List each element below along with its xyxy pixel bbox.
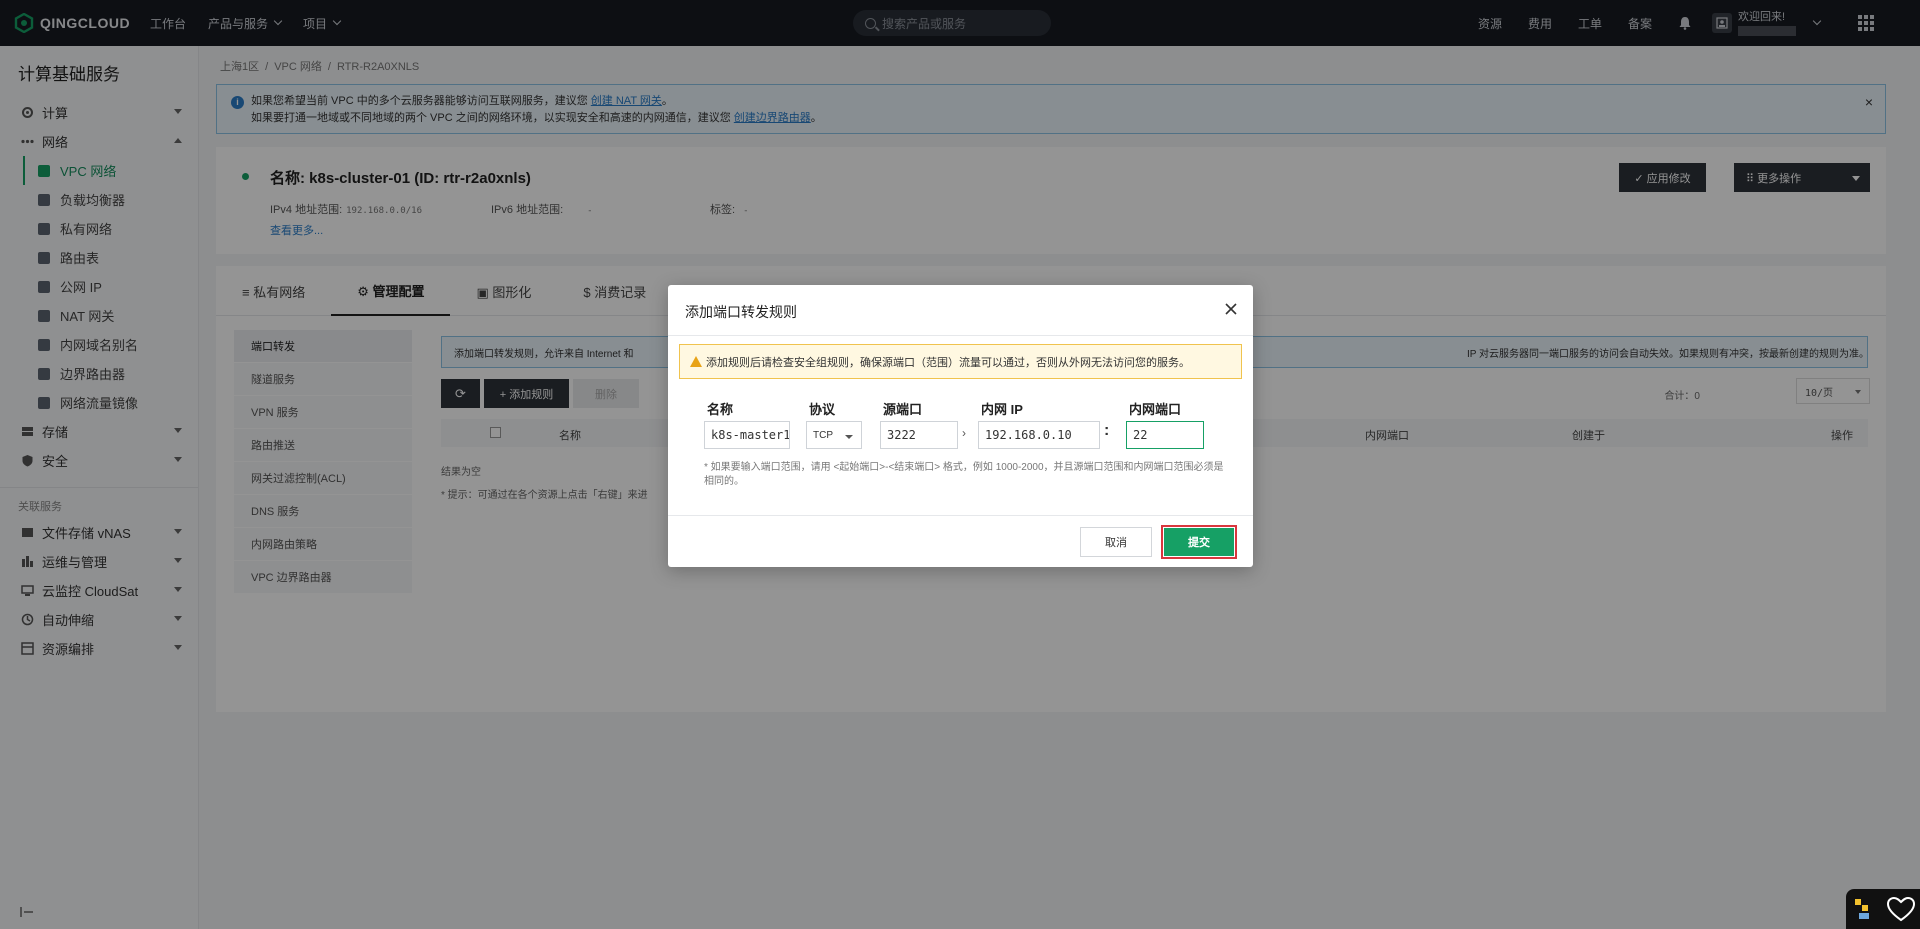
cancel-button[interactable]: 取消 [1080, 527, 1152, 557]
divider [668, 335, 1253, 336]
colon-separator: : [1104, 422, 1110, 439]
divider [668, 515, 1253, 516]
close-icon[interactable] [1223, 301, 1239, 317]
inner-ip-label: 内网 IP [981, 402, 1023, 417]
add-port-forward-dialog: 添加端口转发规则 添加规则后请检查安全组规则，确保源端口（范围）流量可以通过，否… [668, 285, 1253, 567]
submit-button[interactable]: 提交 [1164, 528, 1234, 556]
name-label: 名称 [707, 402, 734, 417]
src-port-input[interactable]: 3222 [880, 421, 958, 449]
protocol-select[interactable]: TCP [806, 421, 862, 449]
arrow-separator-icon: › [962, 426, 966, 440]
floating-widget[interactable] [1846, 889, 1920, 929]
caret-down-icon [845, 435, 853, 439]
protocol-value: TCP [813, 429, 833, 441]
mascot-icon [1854, 899, 1869, 919]
warning-text: 添加规则后请检查安全组规则，确保源端口（范围）流量可以通过，否则从外网无法访问您… [706, 356, 1190, 369]
warning-banner: 添加规则后请检查安全组规则，确保源端口（范围）流量可以通过，否则从外网无法访问您… [679, 344, 1242, 379]
warning-icon [690, 356, 702, 367]
submit-button-highlight: 提交 [1161, 525, 1237, 559]
dialog-title: 添加端口转发规则 [685, 304, 797, 320]
inner-port-input[interactable]: 22 [1126, 421, 1204, 449]
port-range-help: * 如果要输入端口范围，请用 <起始端口>-<结束端口> 格式，例如 1000-… [704, 462, 1224, 487]
inner-ip-input[interactable]: 192.168.0.10 [978, 421, 1100, 449]
name-input[interactable]: k8s-master1 [704, 421, 790, 449]
heart-icon [1886, 896, 1915, 922]
inner-port-label: 内网端口 [1129, 402, 1182, 417]
protocol-label: 协议 [809, 402, 836, 417]
src-port-label: 源端口 [883, 402, 923, 417]
